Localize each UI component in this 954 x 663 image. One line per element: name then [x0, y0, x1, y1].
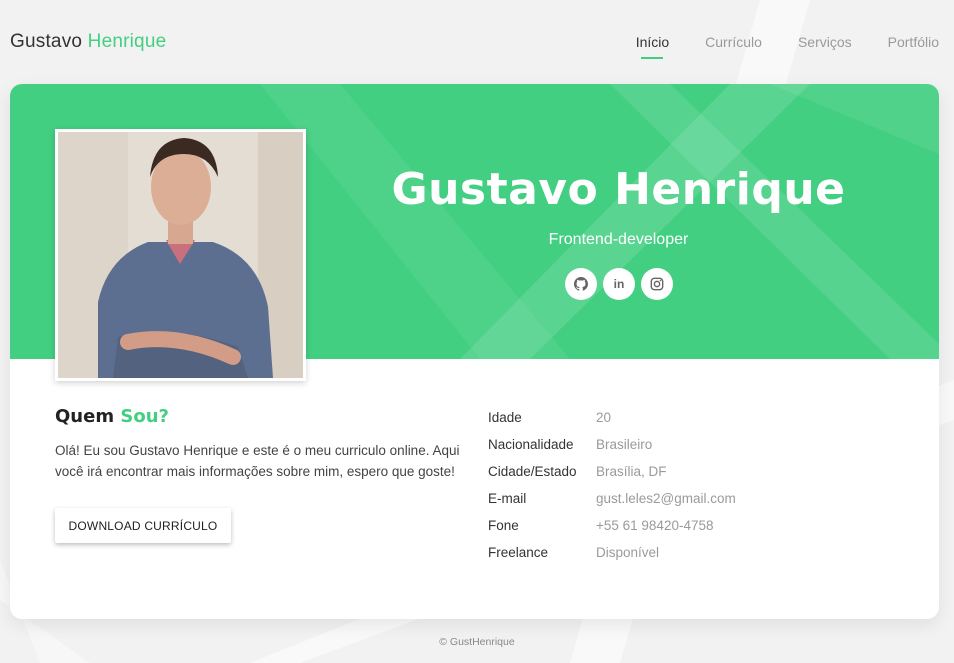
- download-cv-button[interactable]: DOWNLOAD CURRÍCULO: [55, 508, 231, 543]
- site-brand[interactable]: Gustavo Henrique: [10, 31, 166, 53]
- info-key: Fone: [488, 518, 519, 533]
- info-row-email: E-mail gust.leles2@gmail.com: [488, 485, 736, 512]
- nav-link-servicos[interactable]: Serviços: [798, 34, 852, 50]
- main-nav: Início Currículo Serviços Portfólio: [600, 34, 939, 50]
- info-row-phone: Fone +55 61 98420-4758: [488, 512, 736, 539]
- info-row-freelance: Freelance Disponível: [488, 539, 736, 566]
- personal-info-list: Idade 20 Nacionalidade Brasileiro Cidade…: [488, 404, 736, 566]
- about-title-first: Quem: [55, 406, 115, 427]
- info-value[interactable]: gust.leles2@gmail.com: [596, 491, 736, 506]
- info-value: Disponível: [596, 545, 660, 560]
- linkedin-link[interactable]: in: [603, 268, 635, 300]
- info-value: 20: [596, 410, 612, 425]
- about-text: Olá! Eu sou Gustavo Henrique e este é o …: [55, 443, 460, 479]
- profile-photo-image: [58, 132, 303, 378]
- info-row-city: Cidade/Estado Brasília, DF: [488, 458, 736, 485]
- nav-link-portfolio[interactable]: Portfólio: [888, 34, 939, 50]
- profile-card: Gustavo Henrique Frontend-developer in Q…: [10, 84, 939, 619]
- info-key: E-mail: [488, 491, 527, 506]
- footer-copyright: © GustHenrique: [439, 636, 515, 648]
- profile-name: Gustavo Henrique: [391, 164, 846, 215]
- info-row-age: Idade 20: [488, 404, 736, 431]
- social-links: in: [565, 268, 673, 300]
- brand-first-name: Gustavo: [10, 31, 83, 52]
- brand-last-name: Henrique: [87, 31, 167, 52]
- instagram-icon: [650, 277, 664, 291]
- info-key: Idade: [488, 410, 522, 425]
- info-value: +55 61 98420-4758: [596, 518, 714, 533]
- info-key: Freelance: [488, 545, 549, 560]
- info-value: Brasileiro: [596, 437, 653, 452]
- top-navbar: Gustavo Henrique Início Currículo Serviç…: [0, 0, 954, 84]
- info-key: Nacionalidade: [488, 437, 574, 452]
- instagram-link[interactable]: [641, 268, 673, 300]
- profile-photo: [55, 129, 306, 381]
- info-key: Cidade/Estado: [488, 464, 577, 479]
- github-link[interactable]: [565, 268, 597, 300]
- nav-link-inicio[interactable]: Início: [636, 34, 669, 50]
- linkedin-icon: in: [613, 277, 625, 291]
- nav-link-curriculo[interactable]: Currículo: [705, 34, 762, 50]
- about-section: Quem Sou? Olá! Eu sou Gustavo Henrique e…: [55, 406, 465, 482]
- info-value: Brasília, DF: [596, 464, 667, 479]
- info-row-nationality: Nacionalidade Brasileiro: [488, 431, 736, 458]
- about-title-second: Sou?: [120, 406, 169, 427]
- profile-role: Frontend-developer: [548, 231, 689, 248]
- about-title: Quem Sou?: [55, 406, 465, 427]
- github-icon: [574, 277, 588, 291]
